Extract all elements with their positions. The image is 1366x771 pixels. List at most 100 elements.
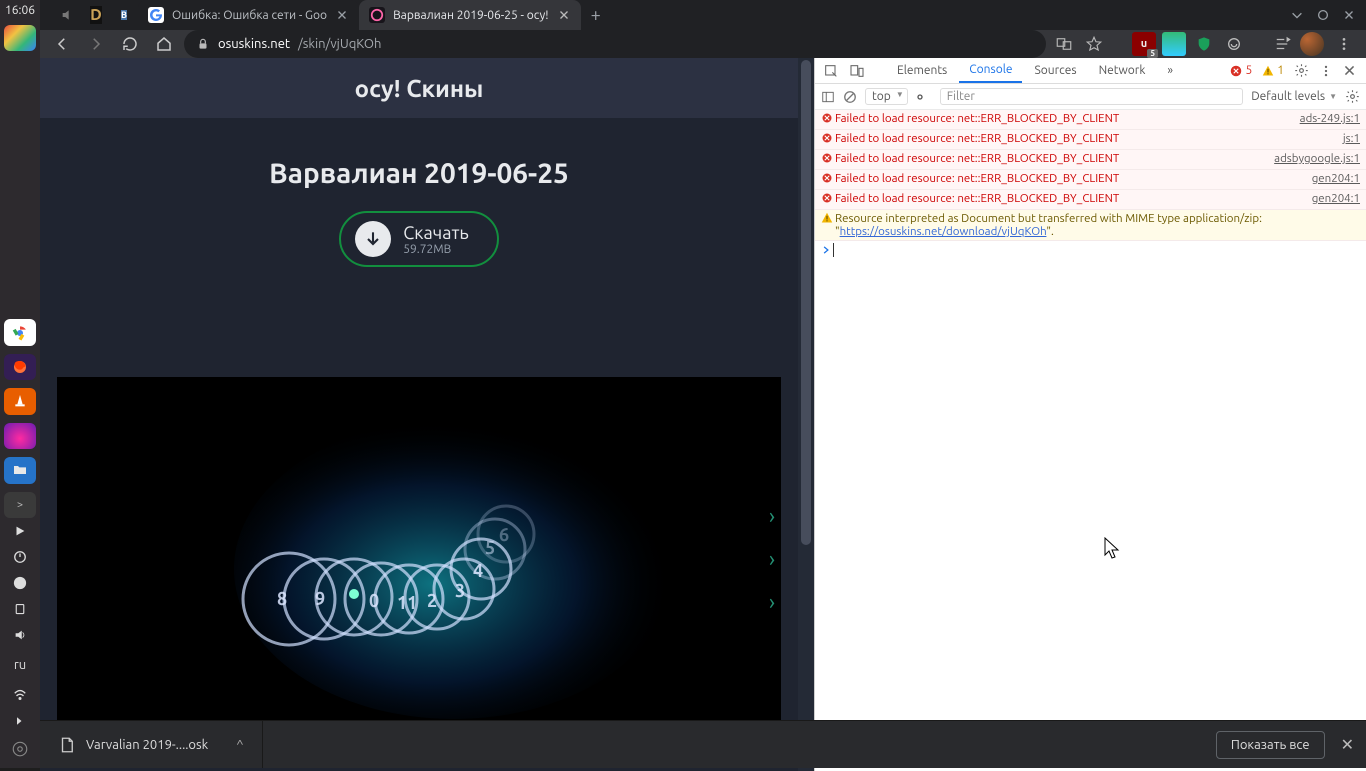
tray-settings-icon[interactable] xyxy=(11,740,29,758)
window-max-icon[interactable] xyxy=(1316,8,1330,22)
launcher-chrome-icon[interactable] xyxy=(4,319,36,345)
console-source-link[interactable]: gen204:1 xyxy=(1312,172,1360,185)
console-sidebar-icon[interactable] xyxy=(821,90,835,104)
tray-wifi-icon[interactable] xyxy=(11,686,29,704)
download-show-all-button[interactable]: Показать все xyxy=(1216,731,1325,759)
ext-circle-icon[interactable] xyxy=(1222,32,1246,56)
new-tab-button[interactable]: + xyxy=(581,5,611,25)
window-min-icon[interactable] xyxy=(1290,8,1304,22)
svg-text:6: 6 xyxy=(499,525,509,545)
ext-shield-icon[interactable] xyxy=(1192,32,1216,56)
url-host: osuskins.net xyxy=(218,37,290,51)
window-close-icon[interactable] xyxy=(1342,8,1356,22)
console-settings-icon[interactable] xyxy=(1345,89,1360,104)
launcher-vlc-icon[interactable] xyxy=(4,388,36,414)
console-warning-link[interactable]: https://osuskins.net/download/vjUqKOh xyxy=(840,225,1047,238)
gallery-next-icon[interactable]: ››› xyxy=(769,504,775,615)
browser-toolbar: osuskins.net/skin/vjUqKOh u xyxy=(40,30,1366,58)
tab-label: Ошибка: Ошибка сети - Goo xyxy=(172,9,327,22)
folder-icon xyxy=(12,462,28,478)
devtools-settings-icon[interactable] xyxy=(1294,63,1309,78)
launcher-firefox-icon[interactable] xyxy=(4,354,36,380)
tray-clipboard-icon[interactable] xyxy=(11,600,29,618)
tray-power-icon[interactable] xyxy=(11,548,29,566)
tab-close-icon[interactable] xyxy=(335,8,349,22)
devtools-tab-network[interactable]: Network xyxy=(1089,59,1156,82)
ext-color-icon[interactable] xyxy=(1162,32,1186,56)
reading-list-icon[interactable] xyxy=(1270,32,1294,56)
download-button[interactable]: Скачать 59.72MB xyxy=(339,211,499,267)
launcher-tray: ru xyxy=(11,522,29,758)
address-bar[interactable]: osuskins.net/skin/vjUqKOh xyxy=(184,30,1046,58)
devtools-tab-more-icon[interactable]: » xyxy=(1157,59,1183,82)
download-item[interactable]: Varvalian 2019-....osk ^ xyxy=(40,721,263,768)
console-error-row: Failed to load resource: net::ERR_BLOCKE… xyxy=(815,170,1366,190)
tray-steam-icon[interactable] xyxy=(11,574,29,592)
console-context-select[interactable]: top xyxy=(865,88,908,105)
error-counter[interactable]: 5 xyxy=(1230,64,1252,77)
audio-mute-icon[interactable] xyxy=(54,1,82,29)
vlc-icon xyxy=(12,393,28,409)
window-controls xyxy=(1290,8,1366,22)
skin-preview-image[interactable]: 89 011 23 45 6 ››› xyxy=(57,377,781,741)
ext-ublock-icon[interactable]: u xyxy=(1132,32,1156,56)
devtools-tab-elements[interactable]: Elements xyxy=(887,59,957,82)
warning-counter[interactable]: 1 xyxy=(1262,64,1284,77)
devtools-panel: Elements Console Sources Network » 5 1 xyxy=(814,58,1366,771)
bookmark-star-icon[interactable] xyxy=(1082,32,1106,56)
profile-avatar[interactable] xyxy=(1300,32,1324,56)
tab-google-error[interactable]: Ошибка: Ошибка сети - Goo xyxy=(138,0,359,30)
osu-favicon-icon xyxy=(369,7,385,23)
skin-title: Варвалиан 2019-06-25 xyxy=(269,158,569,189)
google-favicon-icon xyxy=(148,7,164,23)
download-item-menu-icon[interactable]: ^ xyxy=(236,738,243,752)
tab-close-icon[interactable] xyxy=(557,8,571,22)
tray-expand-icon[interactable] xyxy=(11,712,29,730)
console-live-icon[interactable] xyxy=(916,90,932,104)
nav-back-button[interactable] xyxy=(48,30,76,58)
console-error-row: Failed to load resource: net::ERR_BLOCKE… xyxy=(815,130,1366,150)
launcher-terminal-icon[interactable]: > xyxy=(4,492,36,518)
download-shelf-close-icon[interactable]: ✕ xyxy=(1341,735,1354,754)
svg-text:11: 11 xyxy=(397,593,417,613)
nav-reload-button[interactable] xyxy=(116,30,144,58)
console-source-link[interactable]: adsbygoogle.js:1 xyxy=(1274,152,1360,165)
console-levels-select[interactable]: Default levels xyxy=(1251,90,1337,103)
page-viewport: осу! Скины Варвалиан 2019-06-25 Скачать … xyxy=(40,58,814,771)
page-scrollbar[interactable] xyxy=(798,58,814,771)
tray-volume-icon[interactable] xyxy=(11,626,29,644)
nav-forward-button[interactable] xyxy=(82,30,110,58)
tray-lang-indicator[interactable]: ru xyxy=(14,658,26,672)
browser-menu-button[interactable] xyxy=(1330,30,1358,58)
download-icon xyxy=(355,221,391,257)
ext-translate-icon[interactable] xyxy=(1052,32,1076,56)
os-launcher: 16:06 > ru xyxy=(0,0,40,768)
devtools-menu-icon[interactable] xyxy=(1319,64,1333,78)
pinned-tab-vk[interactable]: B xyxy=(110,1,138,29)
devtools-close-icon[interactable] xyxy=(1343,64,1356,77)
console-source-link[interactable]: gen204:1 xyxy=(1312,192,1360,205)
svg-text:3: 3 xyxy=(455,581,465,601)
nav-home-button[interactable] xyxy=(150,30,178,58)
pinned-tab-d[interactable]: D xyxy=(82,1,110,29)
devtools-tab-sources[interactable]: Sources xyxy=(1024,59,1086,82)
launcher-chrome-active-icon[interactable] xyxy=(4,25,36,51)
svg-text:8: 8 xyxy=(277,589,287,609)
console-source-link[interactable]: ads-249.js:1 xyxy=(1300,112,1360,125)
launcher-files-icon[interactable] xyxy=(4,457,36,483)
download-size: 59.72MB xyxy=(403,243,451,256)
console-prompt[interactable] xyxy=(815,241,1366,259)
site-title[interactable]: осу! Скины xyxy=(40,58,798,118)
tab-osuskins[interactable]: Варвалиан 2019-06-25 - осу! xyxy=(359,0,581,30)
error-icon xyxy=(1230,65,1242,77)
tray-play-icon[interactable] xyxy=(11,522,29,540)
url-path: /skin/vjUqKOh xyxy=(298,37,381,51)
console-filter-input[interactable]: Filter xyxy=(940,88,1243,105)
console-log[interactable]: Failed to load resource: net::ERR_BLOCKE… xyxy=(815,110,1366,771)
devtools-inspect-icon[interactable] xyxy=(819,59,843,83)
console-clear-icon[interactable] xyxy=(843,90,857,104)
launcher-flame-icon[interactable] xyxy=(4,423,36,449)
console-source-link[interactable]: js:1 xyxy=(1343,132,1360,145)
devtools-device-icon[interactable] xyxy=(845,59,869,83)
devtools-tab-console[interactable]: Console xyxy=(959,58,1022,83)
